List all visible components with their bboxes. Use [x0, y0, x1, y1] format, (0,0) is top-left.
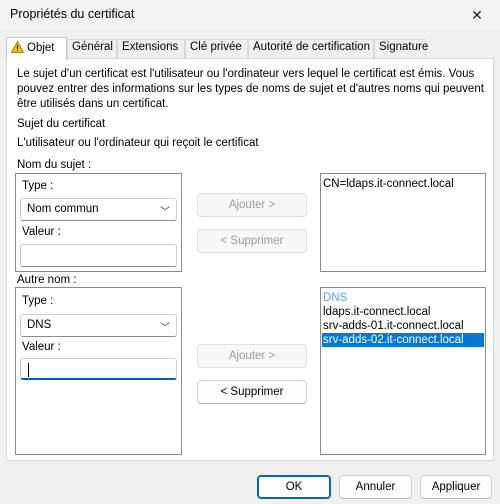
alt-name-group-label: Autre nom :	[17, 274, 77, 286]
text-caret	[28, 363, 29, 377]
subject-remove-button[interactable]: < Supprimer	[197, 229, 307, 253]
alt-value-input[interactable]	[20, 358, 177, 380]
alt-name-group: Type : DNS ﹀ Valeur :	[15, 287, 182, 455]
subject-type-label: Type :	[22, 180, 54, 192]
subject-value-label: Valeur :	[22, 226, 61, 238]
subject-type-select[interactable]: Nom commun ﹀	[20, 198, 177, 221]
tab-signature[interactable]: Signature	[374, 39, 429, 58]
cancel-button[interactable]: Annuler	[339, 475, 412, 499]
tab-label: Signature	[379, 41, 429, 53]
subject-name-group-label: Nom du sujet :	[17, 159, 92, 171]
subject-name-list[interactable]: CN=ldaps.it-connect.local	[320, 173, 486, 272]
tab-objet[interactable]: Objet	[6, 37, 67, 60]
alt-value-label: Valeur :	[22, 341, 61, 353]
list-header-dns: DNS	[323, 292, 348, 304]
intro-text: Le sujet d'un certificat est l'utilisate…	[17, 68, 484, 110]
warning-icon	[10, 40, 25, 56]
list-item[interactable]: srv-adds-01.it-connect.local	[322, 319, 484, 333]
alt-remove-button[interactable]: < Supprimer	[197, 380, 307, 404]
alt-type-value: DNS	[27, 319, 52, 331]
subject-description: L'utilisateur ou l'ordinateur qui reçoit…	[17, 137, 259, 149]
tab-certification-authority[interactable]: Autorité de certification	[248, 39, 374, 58]
list-item[interactable]: CN=ldaps.it-connect.local	[322, 177, 484, 191]
close-button[interactable]: ✕	[454, 0, 500, 30]
alt-type-label: Type :	[22, 295, 54, 307]
subject-name-group: Type : Nom commun ﹀ Valeur :	[15, 173, 182, 272]
subject-heading: Sujet du certificat	[17, 118, 106, 130]
close-icon: ✕	[471, 6, 483, 23]
subject-add-button[interactable]: Ajouter >	[197, 193, 307, 217]
tab-private-key[interactable]: Clé privée	[185, 39, 248, 58]
ok-button[interactable]: OK	[257, 475, 331, 499]
tab-extensions[interactable]: Extensions	[117, 39, 185, 58]
list-item[interactable]: ldaps.it-connect.local	[322, 305, 484, 319]
chevron-down-icon: ﹀	[160, 323, 170, 334]
certificate-properties-dialog: Propriétés du certificat ✕ Objet Général…	[0, 0, 500, 504]
title-bar: Propriétés du certificat ✕	[0, 0, 500, 30]
tab-label: Clé privée	[190, 41, 242, 53]
alt-add-button[interactable]: Ajouter >	[197, 344, 307, 368]
tab-label: Objet	[27, 42, 55, 54]
apply-button[interactable]: Appliquer	[420, 475, 492, 499]
list-item-selected[interactable]: srv-adds-02.it-connect.local	[322, 333, 484, 347]
subject-value-input[interactable]	[20, 244, 177, 267]
tab-label: Général	[72, 41, 113, 53]
chevron-down-icon: ﹀	[160, 207, 170, 218]
alt-name-list[interactable]: DNS ldaps.it-connect.local srv-adds-01.i…	[320, 287, 486, 455]
tab-label: Extensions	[122, 41, 179, 53]
alt-type-select[interactable]: DNS ﹀	[20, 314, 177, 337]
tab-label: Autorité de certification	[253, 41, 370, 53]
subject-type-value: Nom commun	[27, 203, 99, 215]
window-title: Propriétés du certificat	[10, 7, 135, 21]
tab-general[interactable]: Général	[67, 39, 117, 58]
subject-tab-panel: Le sujet d'un certificat est l'utilisate…	[6, 58, 494, 461]
